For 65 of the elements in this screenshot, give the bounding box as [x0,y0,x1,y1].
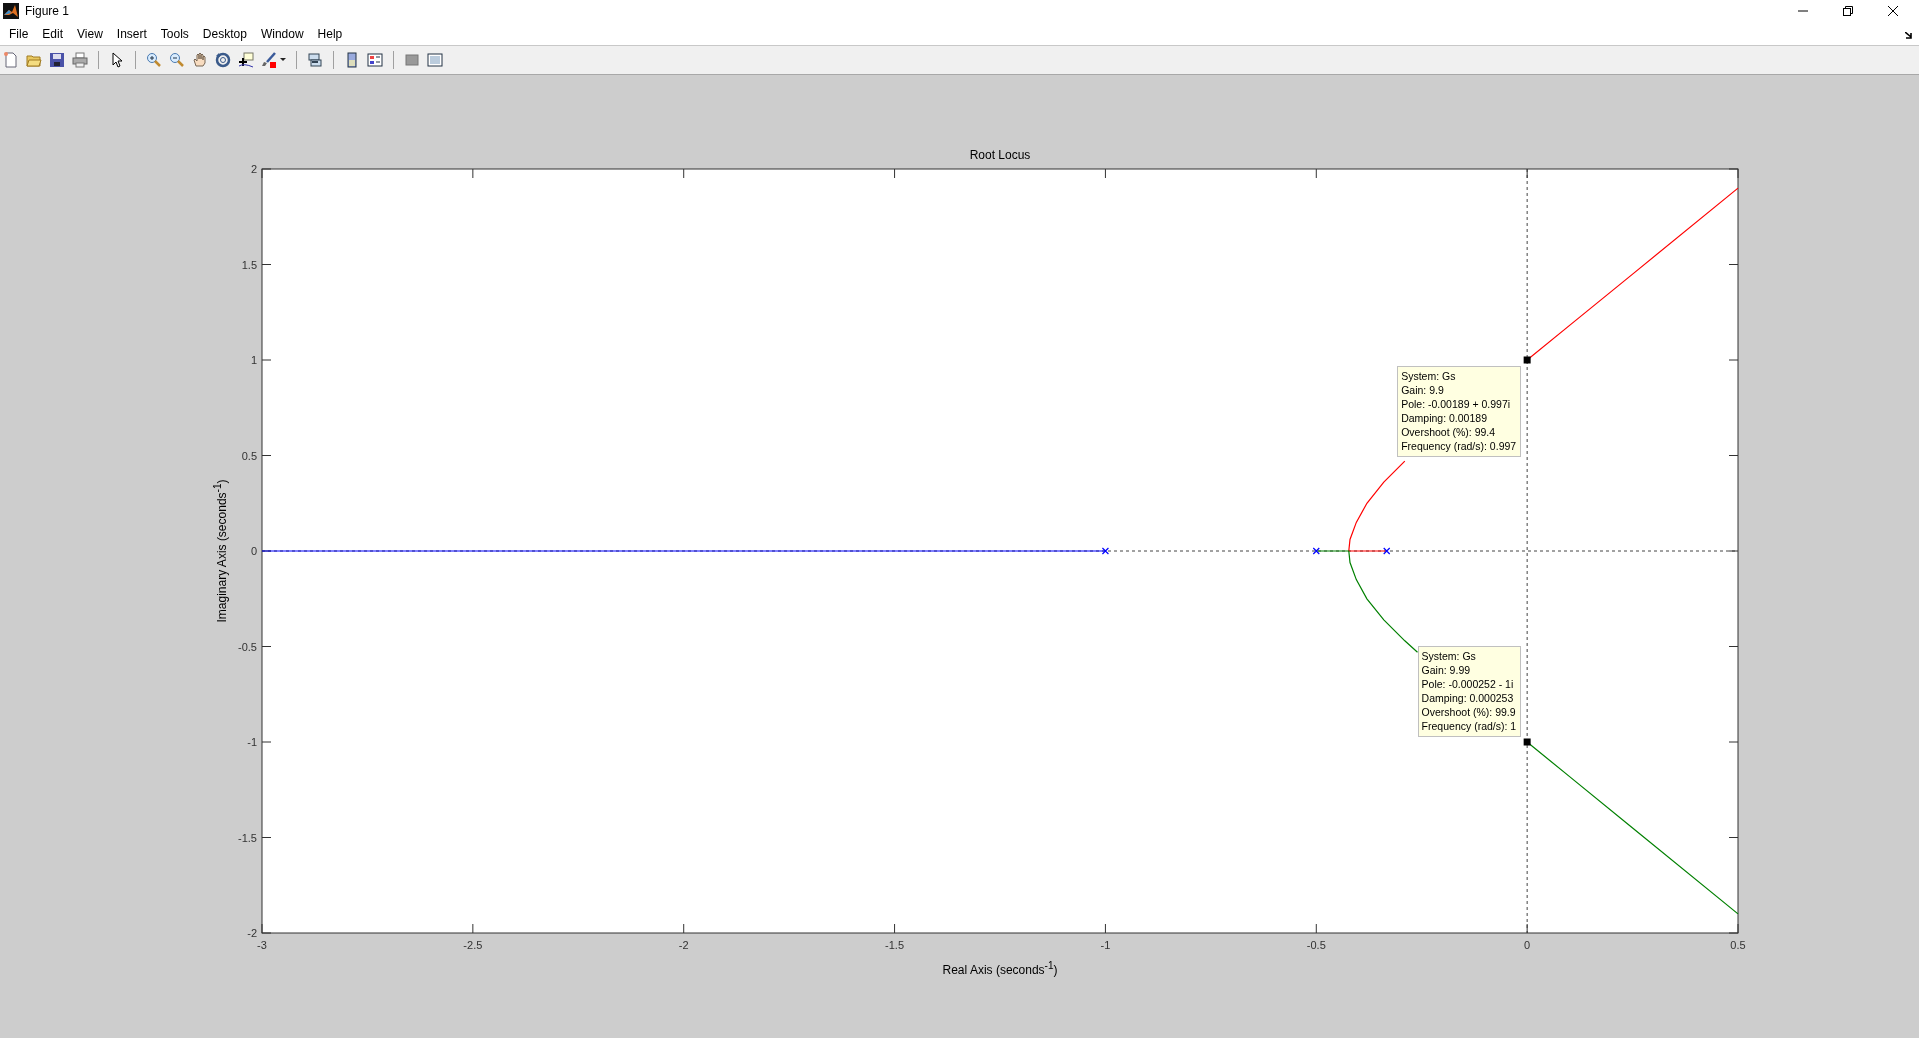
tick-label: 1.5 [241,258,257,271]
pointer-icon[interactable] [109,52,125,69]
tick-label: -2.5 [463,939,483,951]
pole-marker [1383,547,1391,555]
tick-label: -2 [678,939,689,951]
caret-icon[interactable] [280,58,286,63]
menu-item[interactable]: Insert [109,24,154,43]
chart-title: Root Locus [969,148,1031,162]
pole-marker [1312,547,1320,555]
menu-item[interactable]: Edit [35,24,71,43]
tick-label: -1.5 [885,939,905,951]
tick-label: -0.5 [238,640,257,653]
hand-icon[interactable] [192,52,208,69]
save-icon[interactable] [49,52,65,69]
menu-item[interactable]: Tools [153,24,196,43]
datatip-line: Pole: -0.000252 - 1i [1421,677,1515,691]
tick-label: 0.5 [1730,939,1746,951]
tick-label: 0 [250,545,257,557]
datatip-line: Damping: 0.000253 [1421,691,1515,705]
x-axis-label: Real Axis (seconds$^{-1}$) [942,960,1058,977]
tick-label: 1 [250,354,257,366]
tick-label: -1 [1100,939,1111,951]
menu-item[interactable]: Desktop [195,24,254,43]
datatip-line: Overshoot (%): 99.4 [1401,425,1497,439]
tick-label: 2 [250,163,257,175]
link-icon[interactable] [307,52,323,69]
show-tools-icon[interactable] [427,52,443,69]
zoom-in-icon[interactable] [146,52,162,69]
app-logo-icon [3,2,19,19]
menu-item[interactable]: View [70,24,110,43]
data-cursor-icon[interactable] [238,52,254,69]
datatip-line: System: Gs [1401,369,1457,383]
window-title: Figure 1 [25,3,70,18]
zoom-out-icon[interactable] [169,52,185,69]
datatip-line: Frequency (rad/s): 1 [1421,719,1517,733]
pole-marker [1101,547,1110,555]
tick-label: -1.5 [238,831,257,844]
close-icon[interactable] [1887,4,1899,17]
datatip-line: Pole: -0.00189 + 0.997i [1401,397,1512,411]
tick-label: 0 [1524,939,1531,951]
rotate-icon[interactable] [215,52,231,69]
legend-icon[interactable] [367,52,383,69]
printer-icon[interactable] [72,52,88,69]
menu-item[interactable]: Window [253,24,311,43]
tick-label: -1 [247,736,257,748]
tick-label: -0.5 [1306,939,1326,951]
tick-label: -2 [247,927,257,939]
datatip-line: Overshoot (%): 99.9 [1421,705,1517,719]
datatip-line: Gain: 9.9 [1401,383,1445,397]
brush-icon[interactable] [261,52,277,69]
dock-arrow-icon[interactable] [1905,31,1913,39]
open-folder-icon[interactable] [26,52,42,69]
tick-label: 0.5 [241,449,257,462]
datatip-line: System: Gs [1421,649,1477,663]
datatip-line: Gain: 9.99 [1421,663,1472,677]
tick-label: -3 [257,939,267,951]
datatip-marker[interactable] [1523,738,1531,746]
datatip-line: Damping: 0.00189 [1401,411,1488,425]
menu-item[interactable]: Help [310,24,350,43]
menu-item[interactable]: File [2,24,36,43]
datatip-line: Frequency (rad/s): 0.997 [1401,439,1517,453]
datatip-marker[interactable] [1523,356,1531,364]
hide-tools-icon[interactable] [404,52,420,69]
colorbar-icon[interactable] [344,52,360,69]
restore-icon[interactable] [1842,4,1854,17]
